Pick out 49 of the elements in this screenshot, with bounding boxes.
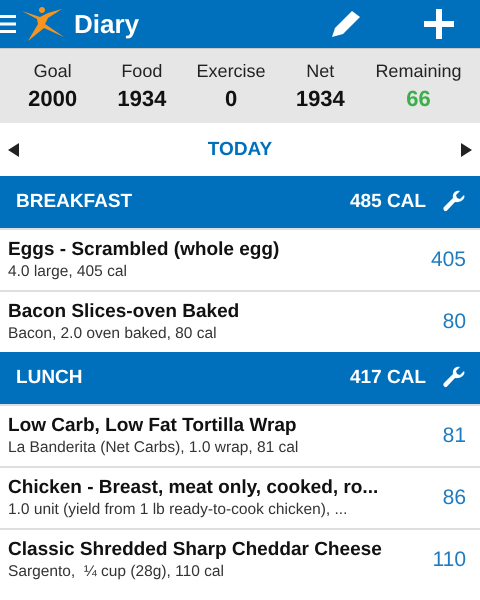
summary-label: Remaining: [375, 60, 462, 82]
food-detail: Sargento, ¼ cup (28g), 110 cal: [8, 563, 225, 581]
food-detail: Bacon, 2.0 oven baked, 80 cal: [8, 325, 218, 343]
plus-icon: [424, 9, 454, 39]
food-entry[interactable]: Classic Shredded Sharp Cheddar Cheese Sargento, ¼ cup (28g), 110 cal 110: [0, 528, 480, 590]
next-day-button[interactable]: [460, 142, 472, 156]
wrench-icon: [442, 190, 466, 214]
add-button[interactable]: [424, 9, 454, 39]
menu-button[interactable]: [0, 14, 16, 34]
menu-icon: [0, 14, 16, 34]
meal-calories: 417 CAL: [350, 367, 426, 389]
food-calories: 405: [430, 248, 466, 272]
food-name: Chicken - Breast, meat only, cooked, ro...: [8, 477, 380, 499]
meal-settings-button[interactable]: [442, 366, 466, 390]
food-detail: 1.0 unit (yield from 1 lb ready-to-cook chicken), ...: [8, 501, 348, 519]
food-name: Eggs - Scrambled (whole egg): [8, 239, 280, 261]
food-calories: 110: [432, 548, 466, 572]
previous-day-button[interactable]: [8, 142, 19, 156]
summary-value: 1934: [296, 86, 345, 112]
meal-calories: 485 CAL: [350, 191, 426, 213]
summary-label: Goal: [34, 60, 72, 82]
summary-value: 2000: [28, 86, 78, 112]
meal-settings-button[interactable]: [442, 190, 466, 214]
food-detail: 4.0 large, 405 cal: [8, 263, 128, 281]
food-calories: 86: [442, 486, 466, 510]
summary-label: Food: [121, 60, 162, 82]
meal-header[interactable]: BREAKFAST 485 CAL: [0, 176, 480, 228]
summary-label: Exercise: [196, 60, 266, 82]
summary-value: 1934: [117, 86, 166, 112]
food-detail: La Banderita (Net Carbs), 1.0 wrap, 81 cal: [8, 439, 300, 457]
food-calories: 80: [442, 310, 466, 334]
food-entry[interactable]: Chicken - Breast, meat only, cooked, ro... 1.0 unit (yield from 1 lb ready-to-cook chicken), ... 86: [0, 466, 480, 528]
food-name: Low Carb, Low Fat Tortilla Wrap: [8, 415, 298, 437]
food-name: Classic Shredded Sharp Cheddar Cheese: [8, 539, 383, 561]
food-calories: 81: [442, 424, 466, 448]
food-name: Bacon Slices-oven Baked: [8, 301, 240, 323]
food-entry[interactable]: Eggs - Scrambled (whole egg) 4.0 large, 405 cal 405: [0, 228, 480, 290]
screen-title: Diary: [74, 8, 140, 40]
meal-name: BREAKFAST: [16, 191, 134, 213]
wrench-icon: [442, 366, 466, 390]
date-label: TODAY: [208, 138, 272, 160]
meal-header[interactable]: LUNCH 417 CAL: [0, 352, 480, 404]
pencil-icon: [330, 9, 362, 39]
food-entry[interactable]: Low Carb, Low Fat Tortilla Wrap La Banderita (Net Carbs), 1.0 wrap, 81 cal 81: [0, 404, 480, 466]
summary-value: 66: [406, 86, 431, 112]
summary-value: 0: [224, 86, 238, 112]
meal-name: LUNCH: [16, 367, 84, 389]
edit-button[interactable]: [330, 9, 362, 39]
summary-label: Net: [306, 60, 334, 82]
